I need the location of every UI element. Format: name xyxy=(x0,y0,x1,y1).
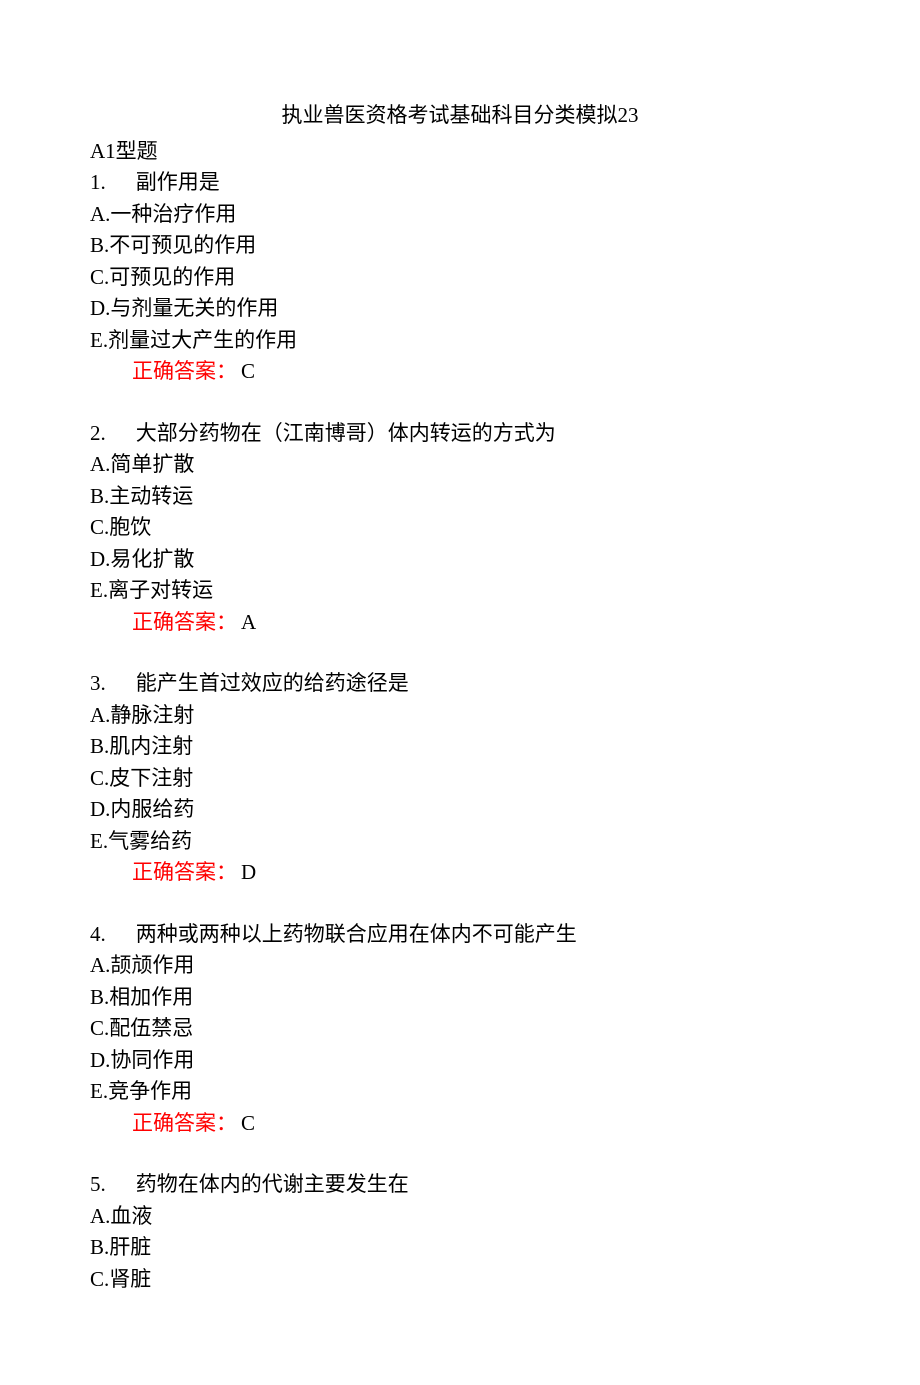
question-2: 2. 大部分药物在（江南博哥）体内转运的方式为 A.简单扩散 B.主动转运 C.胞… xyxy=(90,418,830,639)
question-1: 1. 副作用是 A.一种治疗作用 B.不可预见的作用 C.可预见的作用 D.与剂量… xyxy=(90,167,830,388)
option-c: C.肾脏 xyxy=(90,1264,830,1296)
question-number: 2. xyxy=(90,418,106,450)
option-d: D.易化扩散 xyxy=(90,544,830,576)
option-c: C.皮下注射 xyxy=(90,763,830,795)
answer-line: 正确答案：C xyxy=(90,356,830,388)
answer-value: C xyxy=(241,359,255,383)
question-number: 5. xyxy=(90,1169,106,1201)
question-number: 4. xyxy=(90,919,106,951)
answer-line: 正确答案：D xyxy=(90,857,830,889)
question-stem: 3. 能产生首过效应的给药途径是 xyxy=(90,668,830,700)
option-a: A.血液 xyxy=(90,1201,830,1233)
option-b: B.肝脏 xyxy=(90,1232,830,1264)
stem-text: 两种或两种以上药物联合应用在体内不可能产生 xyxy=(136,922,577,946)
question-4: 4. 两种或两种以上药物联合应用在体内不可能产生 A.颉颃作用 B.相加作用 C.… xyxy=(90,919,830,1140)
answer-label: 正确答案： xyxy=(132,610,237,634)
option-e: E.竞争作用 xyxy=(90,1076,830,1108)
stem-text: 副作用是 xyxy=(136,170,220,194)
option-e: E.气雾给药 xyxy=(90,826,830,858)
stem-text: 药物在体内的代谢主要发生在 xyxy=(136,1172,409,1196)
option-d: D.协同作用 xyxy=(90,1045,830,1077)
option-a: A.一种治疗作用 xyxy=(90,199,830,231)
question-stem: 5. 药物在体内的代谢主要发生在 xyxy=(90,1169,830,1201)
section-header: A1型题 xyxy=(90,136,830,168)
answer-value: D xyxy=(241,860,256,884)
option-d: D.内服给药 xyxy=(90,794,830,826)
question-stem: 4. 两种或两种以上药物联合应用在体内不可能产生 xyxy=(90,919,830,951)
question-number: 3. xyxy=(90,668,106,700)
option-e: E.剂量过大产生的作用 xyxy=(90,325,830,357)
option-b: B.主动转运 xyxy=(90,481,830,513)
option-b: B.肌内注射 xyxy=(90,731,830,763)
option-a: A.简单扩散 xyxy=(90,449,830,481)
answer-label: 正确答案： xyxy=(132,1111,237,1135)
stem-text: 大部分药物在（江南博哥）体内转运的方式为 xyxy=(136,421,556,445)
stem-text: 能产生首过效应的给药途径是 xyxy=(136,671,409,695)
answer-value: A xyxy=(241,610,256,634)
question-number: 1. xyxy=(90,167,106,199)
option-a: A.静脉注射 xyxy=(90,700,830,732)
answer-label: 正确答案： xyxy=(132,359,237,383)
answer-line: 正确答案：C xyxy=(90,1108,830,1140)
answer-value: C xyxy=(241,1111,255,1135)
option-d: D.与剂量无关的作用 xyxy=(90,293,830,325)
option-c: C.胞饮 xyxy=(90,512,830,544)
option-e: E.离子对转运 xyxy=(90,575,830,607)
answer-label: 正确答案： xyxy=(132,860,237,884)
option-b: B.相加作用 xyxy=(90,982,830,1014)
question-stem: 1. 副作用是 xyxy=(90,167,830,199)
document-title: 执业兽医资格考试基础科目分类模拟23 xyxy=(90,100,830,132)
answer-line: 正确答案：A xyxy=(90,607,830,639)
option-b: B.不可预见的作用 xyxy=(90,230,830,262)
option-c: C.配伍禁忌 xyxy=(90,1013,830,1045)
question-stem: 2. 大部分药物在（江南博哥）体内转运的方式为 xyxy=(90,418,830,450)
option-a: A.颉颃作用 xyxy=(90,950,830,982)
question-3: 3. 能产生首过效应的给药途径是 A.静脉注射 B.肌内注射 C.皮下注射 D.内… xyxy=(90,668,830,889)
question-5: 5. 药物在体内的代谢主要发生在 A.血液 B.肝脏 C.肾脏 xyxy=(90,1169,830,1295)
option-c: C.可预见的作用 xyxy=(90,262,830,294)
